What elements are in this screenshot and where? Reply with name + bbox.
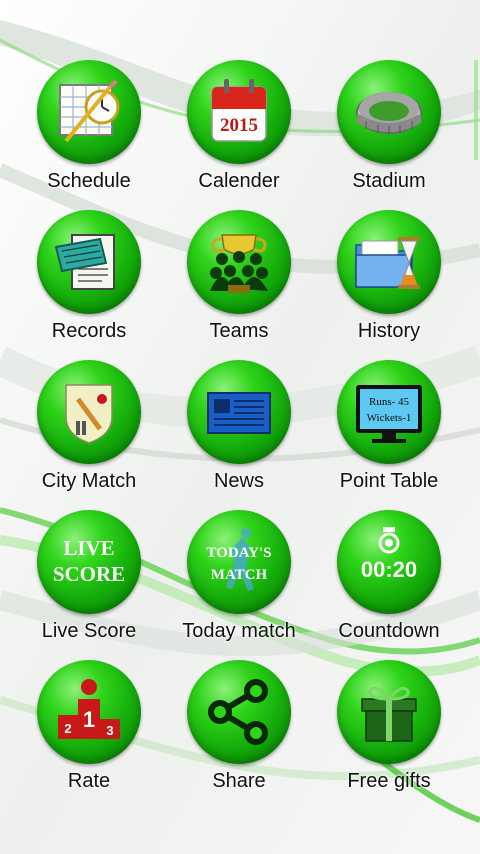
records-icon-circle (37, 210, 141, 314)
history-icon-circle (337, 210, 441, 314)
tile-countdown[interactable]: 00:20 Countdown (314, 510, 464, 660)
live-score-icon: LIVE SCORE (53, 536, 125, 586)
teams-icon (210, 234, 268, 293)
tile-label: Records (51, 320, 127, 342)
tile-share[interactable]: Share (164, 660, 314, 810)
tile-label: Rate (67, 770, 111, 792)
schedule-icon (59, 79, 120, 143)
point-table-icon: Runs- 45 Wickets-1 (356, 385, 422, 443)
tile-schedule[interactable]: Schedule (14, 60, 164, 210)
tile-today-match[interactable]: TODAY'S MATCH Today match (164, 510, 314, 660)
tile-rate[interactable]: 1 2 3 Rate (14, 660, 164, 810)
gift-icon (361, 686, 417, 742)
tile-free-gifts[interactable]: Free gifts (314, 660, 464, 810)
live-text: LIVE (63, 536, 114, 560)
tile-label: Today match (182, 620, 296, 642)
schedule-icon-circle (37, 60, 141, 164)
tile-label: History (357, 320, 421, 342)
today-match-icon-circle: TODAY'S MATCH (187, 510, 291, 614)
tile-label: Schedule (47, 170, 131, 192)
tile-label: Teams (209, 320, 269, 342)
calendar-year-text: 2015 (220, 115, 258, 136)
stadium-icon-circle (337, 60, 441, 164)
rate-icon-circle: 1 2 3 (37, 660, 141, 764)
calendar-icon-circle: 2015 (187, 60, 291, 164)
countdown-icon: 00:20 (361, 527, 417, 582)
point-table-icon-circle: Runs- 45 Wickets-1 (337, 360, 441, 464)
tile-teams[interactable]: Teams (164, 210, 314, 360)
tile-label: Live Score (41, 620, 137, 642)
tile-live-score[interactable]: LIVE SCORE Live Score (14, 510, 164, 660)
calendar-icon: 2015 (211, 79, 267, 142)
podium-third-text: 3 (106, 723, 113, 738)
news-icon (207, 392, 271, 434)
point-table-wickets-text: Wickets-1 (367, 412, 412, 424)
countdown-icon-circle: 00:20 (337, 510, 441, 614)
share-icon (208, 679, 268, 745)
tile-label: City Match (41, 470, 137, 492)
news-icon-circle (187, 360, 291, 464)
menu-grid: Schedule 2015 Calender Stadium Records T… (14, 60, 466, 810)
tile-history[interactable]: History (314, 210, 464, 360)
stadium-icon (356, 92, 422, 134)
records-icon (54, 234, 115, 290)
point-table-runs-text: Runs- 45 (369, 396, 410, 408)
city-match-icon-circle (37, 360, 141, 464)
tile-label: Countdown (338, 620, 440, 642)
rate-podium-icon: 1 2 3 (58, 679, 120, 739)
tile-label: Free gifts (347, 770, 431, 792)
score-text: SCORE (53, 562, 125, 586)
tile-label: Share (212, 770, 266, 792)
gift-icon-circle (337, 660, 441, 764)
tile-label: Stadium (352, 170, 426, 192)
todays-text: TODAY'S (206, 545, 271, 561)
tile-point-table[interactable]: Runs- 45 Wickets-1 Point Table (314, 360, 464, 510)
teams-icon-circle (187, 210, 291, 314)
history-icon (355, 237, 420, 289)
tile-city-match[interactable]: City Match (14, 360, 164, 510)
tile-label: News (213, 470, 264, 492)
live-score-icon-circle: LIVE SCORE (37, 510, 141, 614)
share-icon-circle (187, 660, 291, 764)
tile-records[interactable]: Records (14, 210, 164, 360)
match-text: MATCH (211, 567, 268, 583)
countdown-time-text: 00:20 (361, 557, 417, 582)
tile-news[interactable]: News (164, 360, 314, 510)
city-match-icon (65, 384, 113, 444)
tile-calender[interactable]: 2015 Calender (164, 60, 314, 210)
tile-label: Calender (198, 170, 280, 192)
today-match-icon: TODAY'S MATCH (206, 528, 272, 591)
podium-first-text: 1 (83, 707, 95, 732)
tile-stadium[interactable]: Stadium (314, 60, 464, 210)
podium-second-text: 2 (64, 721, 71, 736)
tile-label: Point Table (339, 470, 439, 492)
